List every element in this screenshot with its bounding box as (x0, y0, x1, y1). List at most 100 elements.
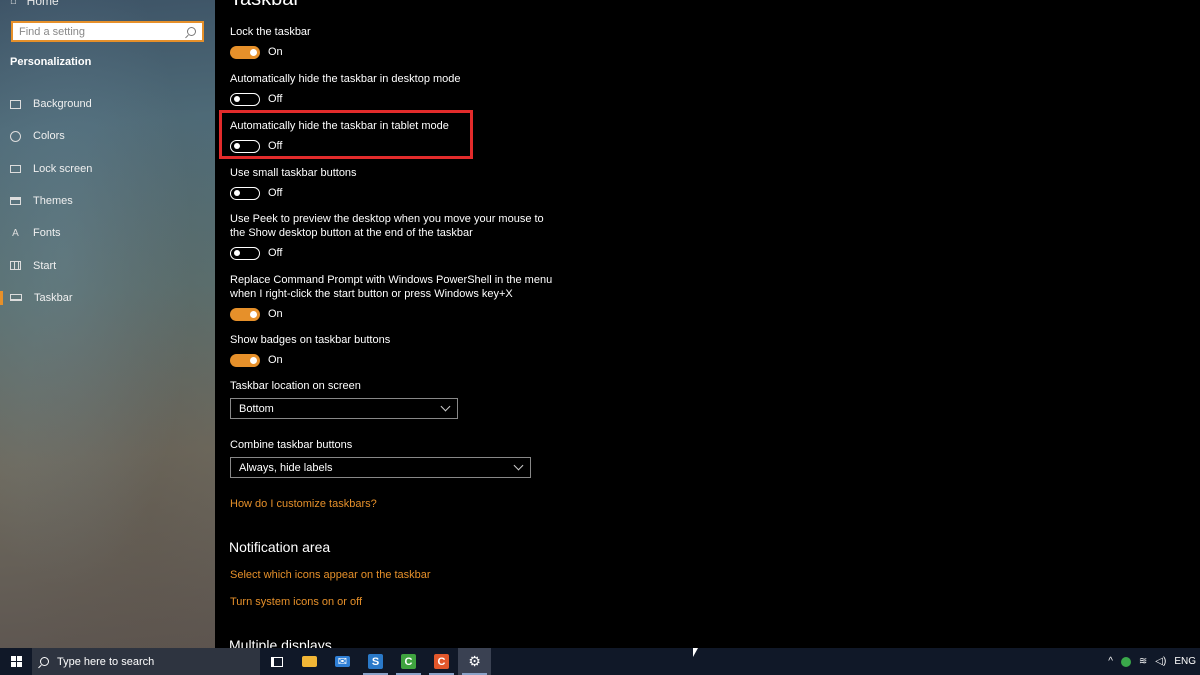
home-label: Home (26, 0, 59, 8)
windows-taskbar: Type here to search ✉ S C C ⚙ ^ ≋ ◁) ENG (0, 648, 1200, 675)
taskbar-search[interactable]: Type here to search (32, 648, 260, 675)
chevron-up-icon[interactable]: ^ (1108, 656, 1113, 667)
home-link[interactable]: ⌂ Home (10, 0, 59, 8)
combine-buttons-dropdown[interactable]: Always, hide labels (230, 457, 531, 478)
settings-content: Taskbar Lock the taskbar On Automaticall… (215, 0, 1200, 648)
sidebar-item-label: Background (33, 98, 92, 111)
image-icon (10, 99, 21, 109)
start-button[interactable] (0, 648, 32, 675)
task-view-button[interactable] (260, 648, 293, 675)
multiple-displays-heading: Multiple displays (229, 637, 332, 648)
windows-logo-icon (10, 656, 22, 667)
powershell-toggle[interactable] (230, 307, 260, 321)
select-icons-link[interactable]: Select which icons appear on the taskbar (230, 569, 431, 581)
task-view-icon (270, 656, 283, 667)
mail-button[interactable]: ✉ (326, 648, 359, 675)
search-icon[interactable] (187, 27, 196, 36)
lock-screen-icon (10, 164, 21, 173)
settings-icon: ⚙ (468, 653, 481, 669)
search-input[interactable] (19, 25, 169, 38)
setting-powershell: Replace Command Prompt with Windows Powe… (230, 273, 552, 321)
setting-label: Automatically hide the taskbar in tablet… (230, 120, 449, 132)
sidebar-item-themes[interactable]: Themes (0, 185, 215, 217)
camtasia-green-button[interactable]: C (392, 648, 425, 675)
taskbar-location-dropdown[interactable]: Bottom (230, 398, 458, 419)
home-icon: ⌂ (10, 0, 17, 7)
taskbar-icon (10, 294, 22, 302)
sidebar-item-lock-screen[interactable]: Lock screen (0, 153, 215, 185)
chevron-down-icon (440, 401, 451, 412)
toggle-state: Off (268, 247, 283, 259)
small-buttons-toggle[interactable] (230, 186, 260, 200)
camtasia-orange-icon: C (434, 654, 449, 669)
sidebar-item-label: Start (33, 259, 57, 272)
setting-lock-taskbar: Lock the taskbar On (230, 25, 311, 59)
camtasia-orange-button[interactable]: C (425, 648, 458, 675)
setting-label: Automatically hide the taskbar in deskto… (230, 73, 461, 85)
mail-icon: ✉ (335, 656, 350, 668)
palette-icon (10, 130, 21, 142)
file-explorer-button[interactable] (293, 648, 326, 675)
section-title: Personalization (10, 56, 92, 68)
setting-small-buttons: Use small taskbar buttons Off (230, 166, 357, 200)
setting-label: Show badges on taskbar buttons (230, 334, 391, 346)
setting-label-line2: the Show desktop button at the end of th… (230, 227, 473, 239)
setting-label-line2: when I right-click the start button or p… (230, 288, 513, 300)
toggle-state: On (268, 308, 283, 320)
start-icon (10, 261, 21, 271)
themes-icon (10, 197, 21, 206)
lock-taskbar-toggle[interactable] (230, 45, 260, 59)
sidebar-item-label: Lock screen (33, 162, 93, 175)
setting-badges: Show badges on taskbar buttons On (230, 333, 390, 367)
security-icon[interactable] (1120, 656, 1131, 667)
setting-autohide-desktop: Automatically hide the taskbar in deskto… (230, 72, 461, 106)
taskbar-search-text: Type here to search (57, 655, 155, 668)
sidebar-nav: Background Colors Lock screen Themes A F… (0, 88, 215, 314)
setting-peek: Use Peek to preview the desktop when you… (230, 212, 544, 260)
sidebar-item-colors[interactable]: Colors (0, 120, 215, 152)
sidebar-item-fonts[interactable]: A Fonts (0, 217, 215, 249)
camtasia-green-icon: C (401, 654, 416, 669)
sidebar-item-background[interactable]: Background (0, 88, 215, 120)
dropdown-value: Bottom (239, 402, 274, 415)
sidebar-item-label: Fonts (33, 227, 61, 240)
settings-app-button[interactable]: ⚙ (458, 648, 491, 675)
find-setting-search[interactable] (11, 21, 204, 42)
page-title: Taskbar (230, 0, 300, 11)
sidebar-item-taskbar[interactable]: Taskbar (0, 282, 215, 314)
setting-autohide-tablet: Automatically hide the taskbar in tablet… (230, 119, 449, 153)
location-label: Taskbar location on screen (230, 380, 361, 392)
snagit-button[interactable]: S (359, 648, 392, 675)
badges-toggle[interactable] (230, 353, 260, 367)
setting-label-line1: Use Peek to preview the desktop when you… (230, 213, 544, 225)
setting-label: Use small taskbar buttons (230, 167, 357, 179)
autohide-tablet-toggle[interactable] (230, 139, 260, 153)
sidebar-item-start[interactable]: Start (0, 249, 215, 281)
language-indicator[interactable]: ENG (1174, 656, 1196, 667)
fonts-icon: A (12, 227, 19, 239)
system-icons-link[interactable]: Turn system icons on or off (230, 596, 362, 608)
search-icon (40, 657, 49, 666)
sidebar-item-label: Colors (33, 130, 65, 143)
settings-sidebar: ⌂ Home Personalization Background Colors… (0, 0, 215, 648)
file-explorer-icon (302, 656, 317, 667)
autohide-desktop-toggle[interactable] (230, 92, 260, 106)
setting-label-line1: Replace Command Prompt with Windows Powe… (230, 274, 553, 286)
chevron-down-icon (513, 460, 524, 471)
setting-label: Lock the taskbar (230, 26, 311, 38)
toggle-state: Off (268, 187, 283, 199)
notification-area-heading: Notification area (229, 539, 331, 555)
volume-icon[interactable]: ◁) (1155, 656, 1166, 667)
combine-label: Combine taskbar buttons (230, 439, 353, 451)
system-tray: ^ ≋ ◁) ENG (1108, 648, 1200, 675)
toggle-state: On (268, 46, 283, 58)
sidebar-item-label: Themes (33, 195, 73, 208)
dropdown-value: Always, hide labels (239, 461, 333, 474)
sidebar-item-label: Taskbar (34, 291, 73, 304)
snagit-icon: S (368, 654, 383, 669)
network-icon[interactable]: ≋ (1139, 656, 1147, 667)
toggle-state: On (268, 354, 283, 366)
customize-help-link[interactable]: How do I customize taskbars? (230, 498, 377, 510)
peek-toggle[interactable] (230, 246, 260, 260)
toggle-state: Off (268, 93, 283, 105)
